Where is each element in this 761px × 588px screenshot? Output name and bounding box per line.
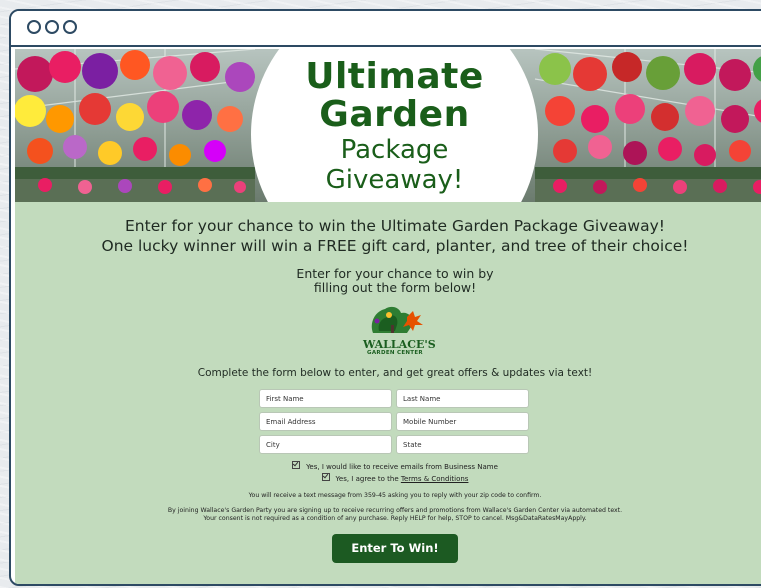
sms-notice: You will receive a text message from 359…: [248, 492, 542, 499]
enter-to-win-button[interactable]: Enter To Win!: [332, 534, 458, 563]
browser-window: Ultimate Garden Package Giveaway! Enter …: [9, 9, 761, 586]
sub-line-2: filling out the form below!: [313, 280, 477, 295]
hero-banner: Ultimate Garden Package Giveaway!: [15, 49, 761, 202]
terms-consent-checkbox[interactable]: [321, 473, 330, 481]
terms-consent-row: Yes, I agree to the Terms & Conditions: [15, 473, 761, 485]
close-dot-icon[interactable]: [27, 20, 41, 34]
intro-line-1: Enter for your chance to win the Ultimat…: [125, 217, 665, 235]
logo-tagline: GARDEN CENTER: [367, 350, 423, 356]
email-consent-row: Yes, I would like to receive emails from…: [15, 461, 761, 473]
page-content: Ultimate Garden Package Giveaway! Enter …: [15, 49, 761, 584]
window-controls: [27, 20, 77, 34]
intro-line-2: One lucky winner will win a FREE gift ca…: [101, 237, 689, 255]
sub-text: Enter for your chance to win by filling …: [15, 267, 761, 295]
minimize-dot-icon[interactable]: [45, 20, 59, 34]
wallaces-logo: WALLACE'S GARDEN CENTER: [363, 303, 436, 359]
terms-link[interactable]: Terms & Conditions: [401, 475, 469, 483]
logo-name: WALLACE'S: [363, 338, 436, 351]
title-line-3: Package: [340, 135, 449, 165]
last-name-input[interactable]: Last Name: [396, 389, 529, 408]
entry-form: First Name Last Name Email Address Mobil…: [259, 389, 531, 454]
legal-line-2: Your consent is not required as a condit…: [203, 515, 587, 522]
hero-title: Ultimate Garden Package Giveaway!: [251, 49, 538, 196]
sub-line-1: Enter for your chance to win by: [296, 266, 494, 281]
terms-prefix: Yes, I agree to the: [335, 475, 401, 483]
legal-text: By joining Wallace's Garden Party you ar…: [15, 507, 761, 523]
email-consent-label: Yes, I would like to receive emails from…: [306, 463, 498, 471]
intro-text: Enter for your chance to win the Ultimat…: [15, 216, 761, 256]
consent-checks: Yes, I would like to receive emails from…: [15, 461, 761, 485]
logo-wrap: WALLACE'S GARDEN CENTER: [15, 303, 761, 359]
maximize-dot-icon[interactable]: [63, 20, 77, 34]
city-input[interactable]: City: [259, 435, 392, 454]
complete-instructions: Complete the form below to enter, and ge…: [197, 367, 593, 379]
state-input[interactable]: State: [396, 435, 529, 454]
submit-wrap: Enter To Win!: [15, 534, 761, 563]
mobile-input[interactable]: Mobile Number: [396, 412, 529, 431]
email-input[interactable]: Email Address: [259, 412, 392, 431]
title-line-4: Giveaway!: [325, 165, 464, 195]
title-line-1: Ultimate: [305, 56, 484, 97]
email-consent-checkbox[interactable]: [292, 461, 301, 469]
logo-tree-icon: [371, 306, 423, 333]
title-line-2: Garden: [319, 94, 470, 135]
window-titlebar: [11, 11, 761, 47]
first-name-input[interactable]: First Name: [259, 389, 392, 408]
legal-line-1: By joining Wallace's Garden Party you ar…: [167, 507, 623, 514]
